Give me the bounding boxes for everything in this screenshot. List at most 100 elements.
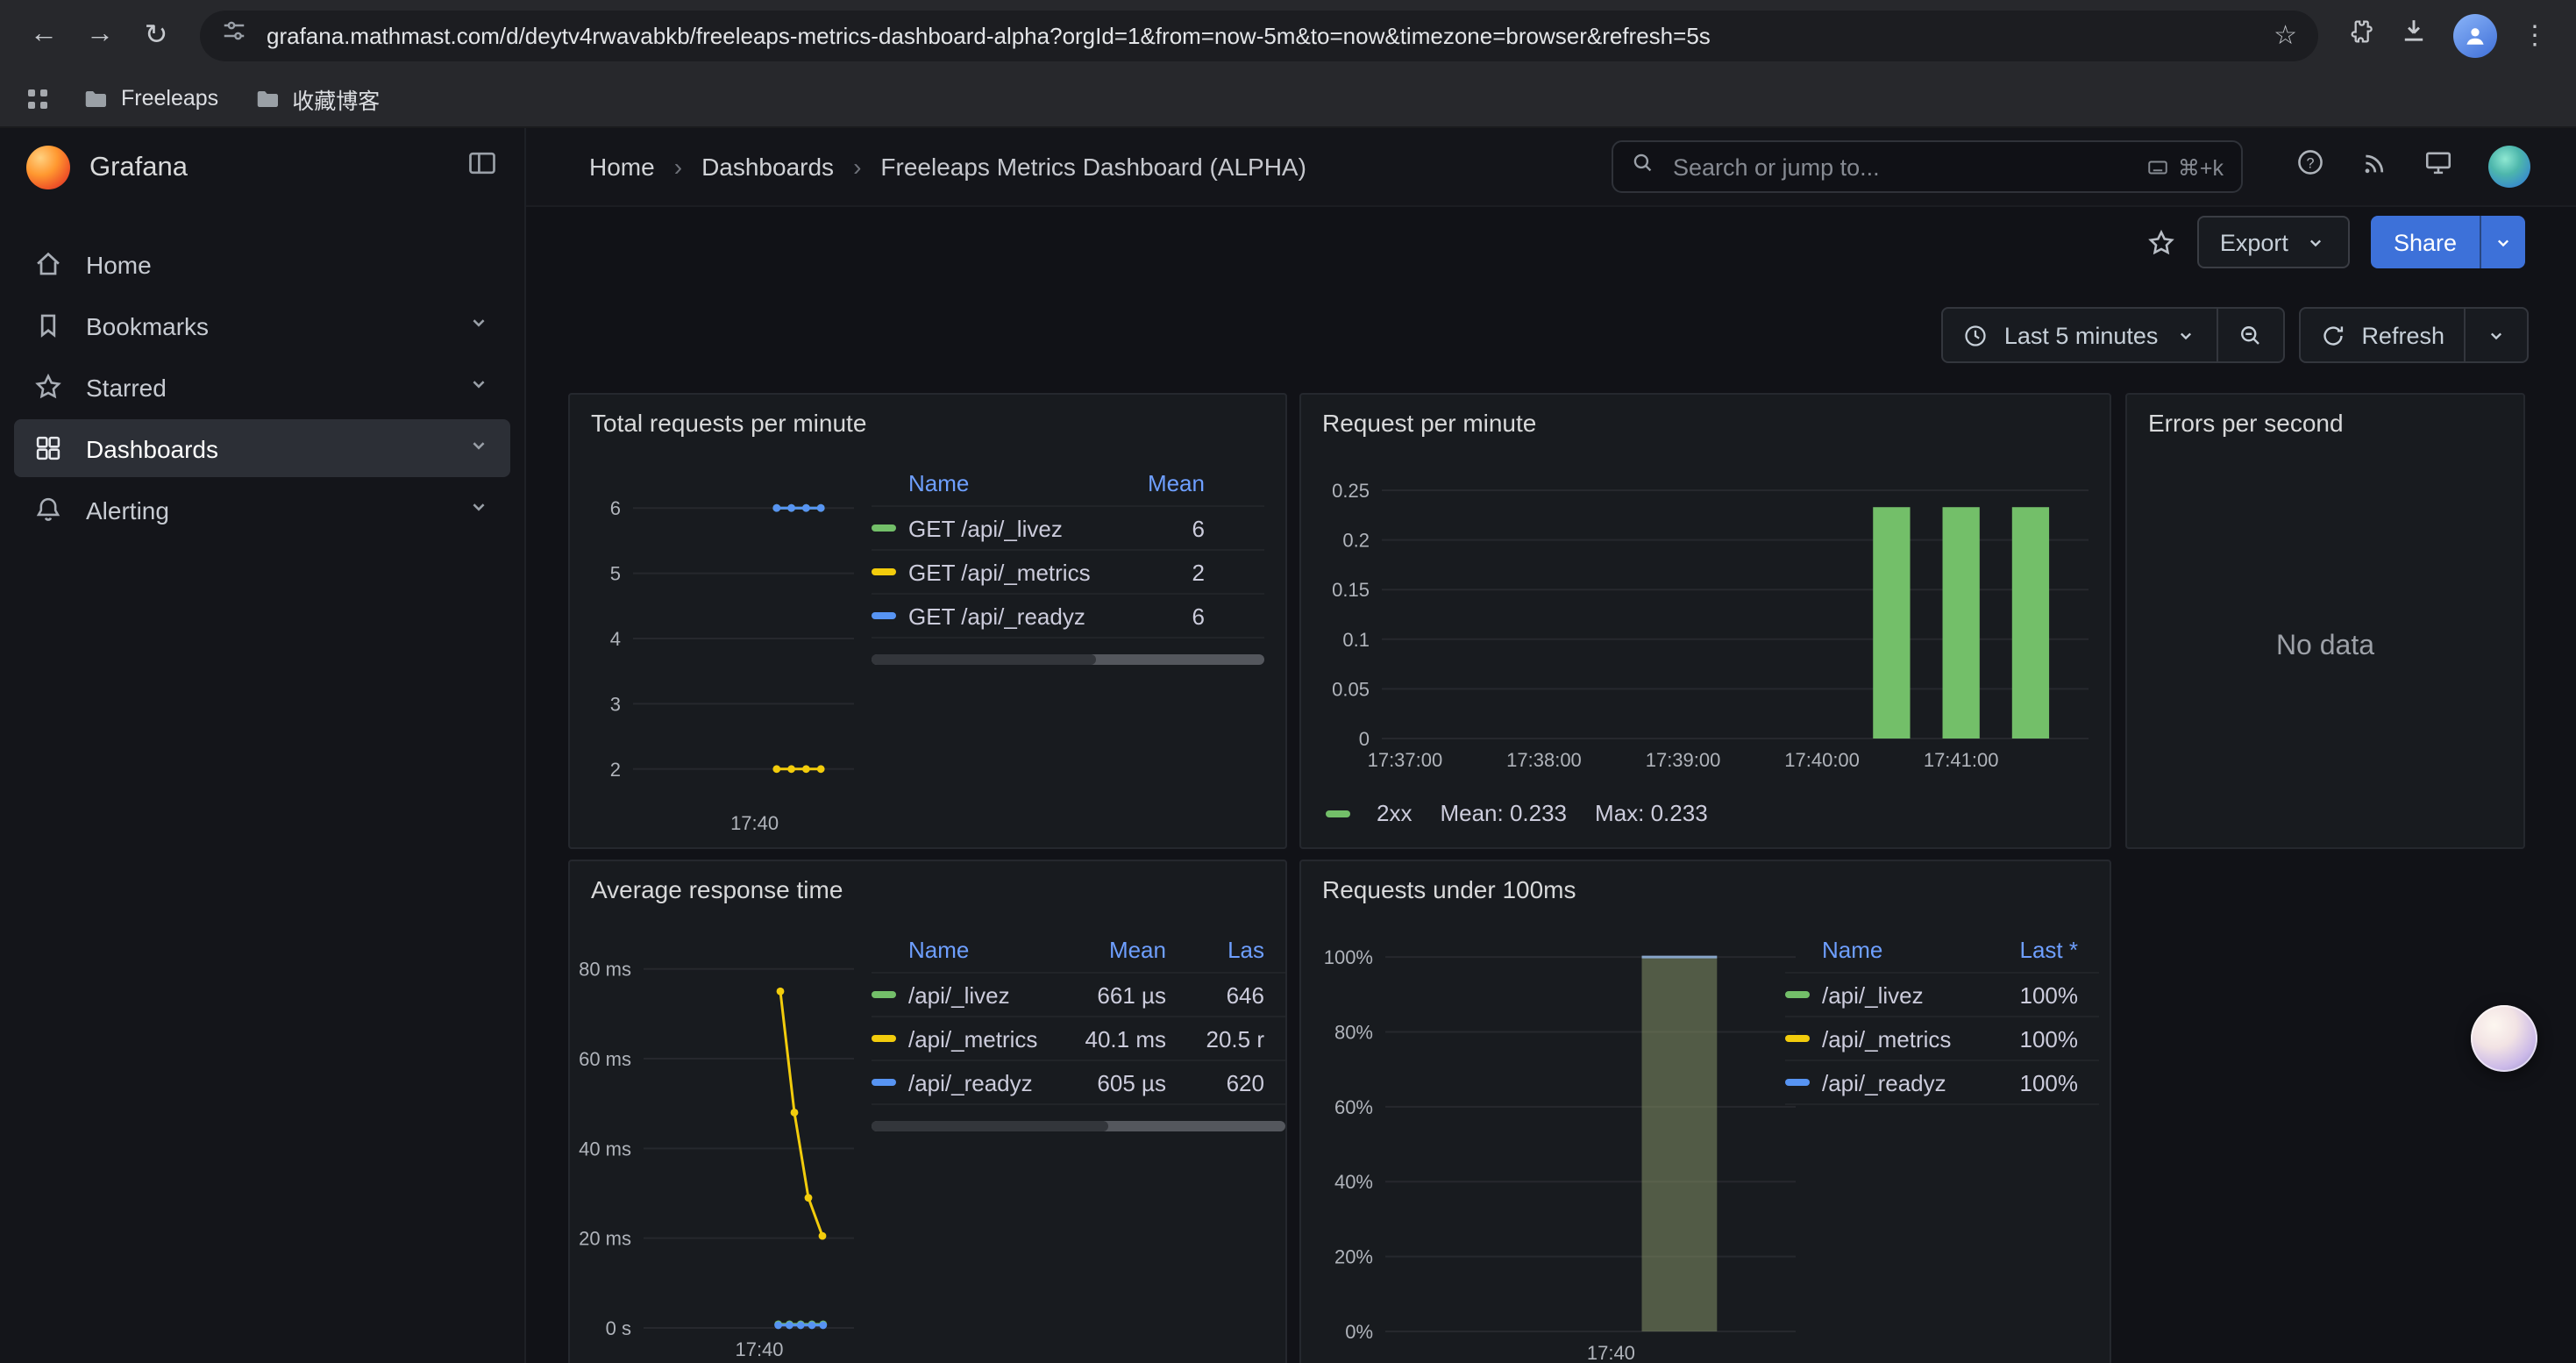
svg-text:80%: 80%	[1334, 1021, 1373, 1043]
legend-header-mean[interactable]: Mean	[1068, 937, 1166, 963]
legend-row[interactable]: /api/_readyz 605 µs 620	[872, 1061, 1285, 1105]
sidebar-item-bookmarks[interactable]: Bookmarks	[14, 296, 510, 354]
svg-text:2: 2	[610, 759, 621, 781]
svg-text:0.15: 0.15	[1332, 579, 1370, 601]
share-menu-caret[interactable]	[2480, 216, 2525, 268]
series-swatch	[1785, 1079, 1810, 1086]
search-shortcut: ⌘+k	[2146, 153, 2224, 180]
legend-row[interactable]: /api/_metrics 100%	[1785, 1017, 2099, 1061]
svg-text:17:40: 17:40	[730, 812, 779, 834]
svg-text:20 ms: 20 ms	[579, 1228, 631, 1250]
chevron-down-icon[interactable]	[466, 433, 491, 463]
legend-row[interactable]: /api/_livez 661 µs 646	[872, 974, 1285, 1017]
panel-title[interactable]: Requests under 100ms	[1322, 875, 1576, 903]
requests-under-100ms-chart[interactable]: 100%80%60%40%20%0%17:40	[1315, 931, 1806, 1363]
user-avatar[interactable]	[2488, 146, 2530, 188]
time-range-picker[interactable]: Last 5 minutes	[1943, 309, 2217, 361]
legend-header-name[interactable]: Name	[1822, 937, 1973, 963]
apps-grid-icon[interactable]	[28, 89, 47, 108]
svg-text:60%: 60%	[1334, 1096, 1373, 1118]
panel-title[interactable]: Average response time	[591, 875, 843, 903]
legend-scrollbar[interactable]	[872, 654, 1264, 665]
legend-row[interactable]: /api/_readyz 100%	[1785, 1061, 2099, 1105]
legend-header-name[interactable]: Name	[908, 937, 1054, 963]
legend-row[interactable]: GET /api/_readyz 6	[872, 595, 1264, 639]
chevron-down-icon[interactable]	[466, 372, 491, 402]
sidebar-item-home[interactable]: Home	[14, 235, 510, 293]
monitor-icon[interactable]	[2423, 147, 2453, 186]
share-button[interactable]: Share	[2371, 216, 2480, 268]
breadcrumb-dashboards[interactable]: Dashboards	[701, 153, 834, 181]
svg-text:0: 0	[1359, 728, 1370, 750]
legend-header-mean[interactable]: Mean	[1117, 470, 1205, 496]
forward-button[interactable]: →	[74, 9, 126, 61]
refresh-interval-caret[interactable]	[2464, 309, 2527, 361]
search-box[interactable]: ⌘+k	[1612, 140, 2243, 193]
legend-row[interactable]: GET /api/_livez 6	[872, 507, 1264, 551]
bookmark-folder-freeleaps[interactable]: Freeleaps	[82, 85, 218, 111]
svg-text:0 s: 0 s	[606, 1317, 631, 1339]
average-response-time-chart[interactable]: 80 ms60 ms40 ms20 ms0 s17:40	[584, 931, 865, 1363]
address-bar[interactable]: ☆	[200, 10, 2318, 61]
export-button[interactable]: Export	[2197, 216, 2350, 268]
svg-text:0.1: 0.1	[1342, 629, 1370, 651]
legend-item-2xx[interactable]: 2xx Mean: 0.233 Max: 0.233	[1326, 800, 1708, 826]
reload-button[interactable]: ↻	[130, 9, 182, 61]
legend-table: Name Mean GET /api/_livez 6 GET /api/_me…	[872, 461, 1264, 665]
svg-text:3: 3	[610, 693, 621, 715]
panel-title[interactable]: Request per minute	[1322, 409, 1536, 437]
svg-text:0.2: 0.2	[1342, 530, 1370, 552]
svg-text:40 ms: 40 ms	[579, 1138, 631, 1160]
sidebar-item-starred[interactable]: Starred	[14, 358, 510, 416]
grafana-logo[interactable]	[26, 146, 70, 189]
svg-text:17:39:00: 17:39:00	[1646, 749, 1721, 771]
back-button[interactable]: ←	[18, 9, 70, 61]
sidebar-item-alerting[interactable]: Alerting	[14, 481, 510, 539]
folder-icon	[253, 85, 280, 111]
svg-text:60 ms: 60 ms	[579, 1048, 631, 1070]
refresh-button[interactable]: Refresh	[2300, 309, 2464, 361]
search-input[interactable]	[1669, 152, 2132, 182]
panel-title[interactable]: Errors per second	[2148, 409, 2344, 437]
panel-title[interactable]: Total requests per minute	[591, 409, 866, 437]
breadcrumb: Home › Dashboards › Freeleaps Metrics Da…	[589, 153, 1306, 181]
legend-row[interactable]: /api/_livez 100%	[1785, 974, 2099, 1017]
profile-avatar[interactable]	[2453, 13, 2497, 57]
extensions-icon[interactable]	[2346, 17, 2374, 54]
legend-row[interactable]: /api/_metrics 40.1 ms 20.5 r	[872, 1017, 1285, 1061]
sidebar-item-label: Dashboards	[86, 434, 218, 462]
svg-text:17:40: 17:40	[735, 1338, 783, 1360]
chevron-down-icon[interactable]	[466, 310, 491, 340]
legend-header-last[interactable]: Last *	[1987, 937, 2078, 963]
chevron-down-icon[interactable]	[466, 495, 491, 525]
bookmark-star-icon[interactable]: ☆	[2274, 19, 2297, 51]
grafana-sidebar: Grafana Home	[0, 128, 526, 1363]
sidebar-item-dashboards[interactable]: Dashboards	[14, 419, 510, 477]
site-settings-icon[interactable]	[221, 18, 247, 53]
assistant-avatar-button[interactable]	[2471, 1005, 2537, 1072]
legend-max: Max: 0.233	[1595, 800, 1708, 826]
legend-row[interactable]: GET /api/_metrics 2	[872, 551, 1264, 595]
series-swatch	[872, 568, 896, 575]
collapse-sidebar-icon[interactable]	[466, 147, 498, 188]
legend-header-last[interactable]: Las	[1180, 937, 1264, 963]
favorite-star-icon[interactable]	[2146, 227, 2176, 257]
sidebar-item-label: Home	[86, 250, 152, 278]
breadcrumb-home[interactable]: Home	[589, 153, 655, 181]
zoom-out-time-button[interactable]	[2216, 309, 2282, 361]
series-swatch	[1326, 810, 1350, 817]
url-input[interactable]	[263, 20, 2258, 50]
total-requests-chart[interactable]: 6543217:40	[584, 465, 865, 837]
download-icon[interactable]	[2399, 16, 2429, 54]
help-icon[interactable]: ?	[2295, 147, 2325, 186]
legend-header-name[interactable]: Name	[908, 470, 1103, 496]
svg-text:17:41:00: 17:41:00	[1924, 749, 1999, 771]
browser-menu-icon[interactable]: ⋮	[2522, 19, 2548, 51]
legend-table: Name Last * /api/_livez 100% /api/_metri…	[1785, 928, 2099, 1105]
bookmark-folder-blogs[interactable]: 收藏博客	[253, 82, 380, 115]
screen: ← → ↻ ☆	[0, 0, 2576, 1363]
no-data-message: No data	[2127, 447, 2523, 847]
request-per-minute-chart[interactable]: 0.250.20.150.10.05017:37:0017:38:0017:39…	[1315, 465, 2099, 774]
legend-scrollbar[interactable]	[872, 1121, 1285, 1131]
news-rss-icon[interactable]	[2360, 148, 2388, 185]
